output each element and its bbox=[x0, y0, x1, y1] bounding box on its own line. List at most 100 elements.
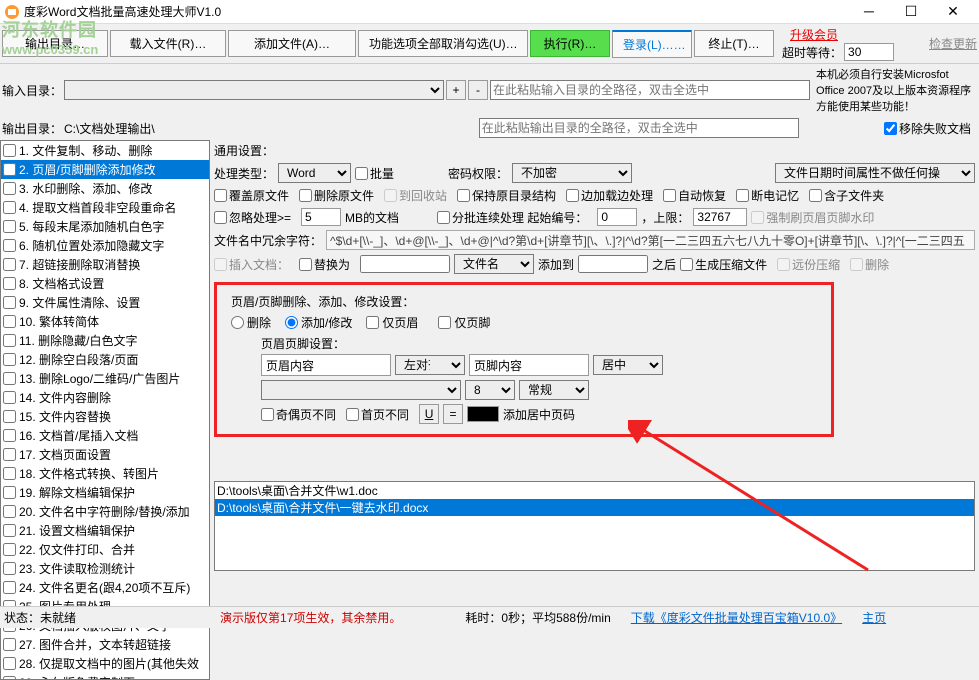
sidebar-item-checkbox[interactable] bbox=[3, 505, 16, 518]
execute-button[interactable]: 执行(R)… bbox=[530, 30, 610, 57]
odd-even-cb[interactable] bbox=[261, 408, 274, 421]
sidebar-item-checkbox[interactable] bbox=[3, 676, 16, 680]
delete-orig-cb[interactable] bbox=[299, 189, 312, 202]
batch-checkbox[interactable] bbox=[355, 167, 368, 180]
replace-as-cb[interactable] bbox=[299, 258, 312, 271]
output-dir-button[interactable]: 输出目录… bbox=[2, 30, 108, 57]
sidebar-item[interactable]: 10. 繁体转简体 bbox=[1, 312, 209, 331]
sidebar-item-checkbox[interactable] bbox=[3, 296, 16, 309]
footer-content-field[interactable] bbox=[469, 354, 589, 376]
sidebar-item-checkbox[interactable] bbox=[3, 315, 16, 328]
sidebar-item[interactable]: 8. 文档格式设置 bbox=[1, 274, 209, 293]
hf-add-radio[interactable] bbox=[285, 316, 298, 329]
font-style-select[interactable]: 常规 bbox=[519, 380, 589, 400]
check-update-link[interactable]: 检查更新 bbox=[929, 35, 977, 52]
remove-failed-checkbox[interactable] bbox=[884, 122, 897, 135]
only-header-cb[interactable] bbox=[366, 316, 379, 329]
sidebar-item-checkbox[interactable] bbox=[3, 239, 16, 252]
sidebar-item[interactable]: 22. 仅文件打印、合并 bbox=[1, 540, 209, 559]
sidebar-item-checkbox[interactable] bbox=[3, 581, 16, 594]
sidebar-item[interactable]: 11. 删除隐藏/白色文字 bbox=[1, 331, 209, 350]
color-swatch[interactable] bbox=[467, 406, 499, 422]
sidebar-item[interactable]: 18. 文件格式转换、转图片 bbox=[1, 464, 209, 483]
sidebar-item[interactable]: 23. 文件读取检测统计 bbox=[1, 559, 209, 578]
addto-field[interactable] bbox=[578, 255, 648, 273]
font-family-select[interactable] bbox=[261, 380, 461, 400]
sidebar-item[interactable]: 12. 删除空白段落/页面 bbox=[1, 350, 209, 369]
sidebar-item[interactable]: 7. 超链接删除取消替换 bbox=[1, 255, 209, 274]
sidebar-item-checkbox[interactable] bbox=[3, 144, 16, 157]
sidebar-item[interactable]: 15. 文件内容替换 bbox=[1, 407, 209, 426]
sidebar-item-checkbox[interactable] bbox=[3, 182, 16, 195]
upgrade-link[interactable]: 升级会员 bbox=[790, 26, 838, 43]
footer-pos-select[interactable]: 居中 bbox=[593, 355, 663, 375]
sidebar-item[interactable]: 17. 文档页面设置 bbox=[1, 445, 209, 464]
sidebar-item-checkbox[interactable] bbox=[3, 220, 16, 233]
input-dir-paste[interactable] bbox=[490, 80, 810, 100]
sidebar-item[interactable]: 27. 图件合并，文本转超链接 bbox=[1, 635, 209, 654]
output-dir-paste[interactable] bbox=[479, 118, 799, 138]
sidebar-item-checkbox[interactable] bbox=[3, 277, 16, 290]
process-type-select[interactable]: Word bbox=[278, 163, 351, 183]
close-button[interactable]: ✕ bbox=[939, 3, 967, 20]
sidebar-item-checkbox[interactable] bbox=[3, 410, 16, 423]
sidebar-item-checkbox[interactable] bbox=[3, 467, 16, 480]
sidebar-item-checkbox[interactable] bbox=[3, 486, 16, 499]
break-mem-cb[interactable] bbox=[736, 189, 749, 202]
add-input-button[interactable]: + bbox=[446, 80, 466, 100]
sidebar-item[interactable]: 14. 文件内容删除 bbox=[1, 388, 209, 407]
home-link[interactable]: 主页 bbox=[862, 609, 886, 626]
load-files-button[interactable]: 载入文件(R)… bbox=[110, 30, 226, 57]
add-file-button[interactable]: 添加文件(A)… bbox=[228, 30, 356, 57]
file-row[interactable]: D:\tools\桌面\合并文件\w1.doc bbox=[215, 482, 974, 499]
file-list[interactable]: D:\tools\桌面\合并文件\w1.doc D:\tools\桌面\合并文件… bbox=[214, 481, 975, 571]
maximize-button[interactable]: ☐ bbox=[897, 3, 925, 20]
remove-input-button[interactable]: - bbox=[468, 80, 488, 100]
sidebar-item-checkbox[interactable] bbox=[3, 657, 16, 670]
download-link[interactable]: 下载《度彩文件批量处理百宝箱V10.0》 bbox=[631, 609, 842, 626]
uncheck-all-button[interactable]: 功能选项全部取消勾选(U)… bbox=[358, 30, 528, 57]
sidebar-item[interactable]: 28. 仅提取文档中的图片(其他失效 bbox=[1, 654, 209, 673]
filename-prefix-select[interactable]: 文件名首 bbox=[454, 254, 534, 274]
gen-zip-cb[interactable] bbox=[680, 258, 693, 271]
date-attr-select[interactable]: 文件日期时间属性不做任何操作 bbox=[775, 163, 975, 183]
sidebar-item-checkbox[interactable] bbox=[3, 448, 16, 461]
sidebar-item[interactable]: 5. 每段末尾添加随机白色字 bbox=[1, 217, 209, 236]
underline-button[interactable]: U bbox=[419, 404, 439, 424]
sidebar-item-checkbox[interactable] bbox=[3, 372, 16, 385]
sidebar-item[interactable]: 24. 文件名更名(跟4,20项不互斥) bbox=[1, 578, 209, 597]
include-sub-cb[interactable] bbox=[809, 189, 822, 202]
sidebar-item-checkbox[interactable] bbox=[3, 391, 16, 404]
sidebar-item-checkbox[interactable] bbox=[3, 524, 16, 537]
login-button[interactable]: 登录(L)…… bbox=[612, 30, 692, 58]
split-cb[interactable] bbox=[437, 211, 450, 224]
first-diff-cb[interactable] bbox=[346, 408, 359, 421]
sidebar-item[interactable]: 13. 删除Logo/二维码/广告图片 bbox=[1, 369, 209, 388]
split-start-spin[interactable]: 0 bbox=[597, 208, 637, 226]
sidebar-item[interactable]: 4. 提取文档首段非空段重命名 bbox=[1, 198, 209, 217]
sidebar-item-checkbox[interactable] bbox=[3, 258, 16, 271]
header-align-select[interactable]: 左对齐 bbox=[395, 355, 465, 375]
sidebar-item[interactable]: 29. 永久版免费定制页 bbox=[1, 673, 209, 680]
sidebar-item-checkbox[interactable] bbox=[3, 543, 16, 556]
font-size-select[interactable]: 8 bbox=[465, 380, 515, 400]
sidebar-item[interactable]: 21. 设置文档编辑保护 bbox=[1, 521, 209, 540]
auto-recover-cb[interactable] bbox=[663, 189, 676, 202]
file-row[interactable]: D:\tools\桌面\合并文件\一键去水印.docx bbox=[215, 499, 974, 516]
sidebar-item[interactable]: 16. 文档首/尾插入文档 bbox=[1, 426, 209, 445]
sidebar-item[interactable]: 6. 随机位置处添加隐藏文字 bbox=[1, 236, 209, 255]
overwrite-cb[interactable] bbox=[214, 189, 227, 202]
redundant-field[interactable]: ^$\d+[\\-_]、\d+@[\\-_]、\d+@|^\d?第\d+[讲章节… bbox=[326, 230, 975, 250]
sidebar-item-checkbox[interactable] bbox=[3, 201, 16, 214]
only-footer-cb[interactable] bbox=[438, 316, 451, 329]
sidebar-item-checkbox[interactable] bbox=[3, 562, 16, 575]
equals-button[interactable]: = bbox=[443, 404, 463, 424]
sidebar-item-checkbox[interactable] bbox=[3, 334, 16, 347]
sidebar-item-checkbox[interactable] bbox=[3, 163, 16, 176]
timeout-spin[interactable]: 30 bbox=[844, 43, 894, 61]
pwd-select[interactable]: 不加密 bbox=[512, 163, 632, 183]
minimize-button[interactable]: ─ bbox=[855, 3, 883, 20]
ignore-spin[interactable]: 5 bbox=[301, 208, 341, 226]
sidebar-item-checkbox[interactable] bbox=[3, 429, 16, 442]
hf-delete-radio[interactable] bbox=[231, 316, 244, 329]
